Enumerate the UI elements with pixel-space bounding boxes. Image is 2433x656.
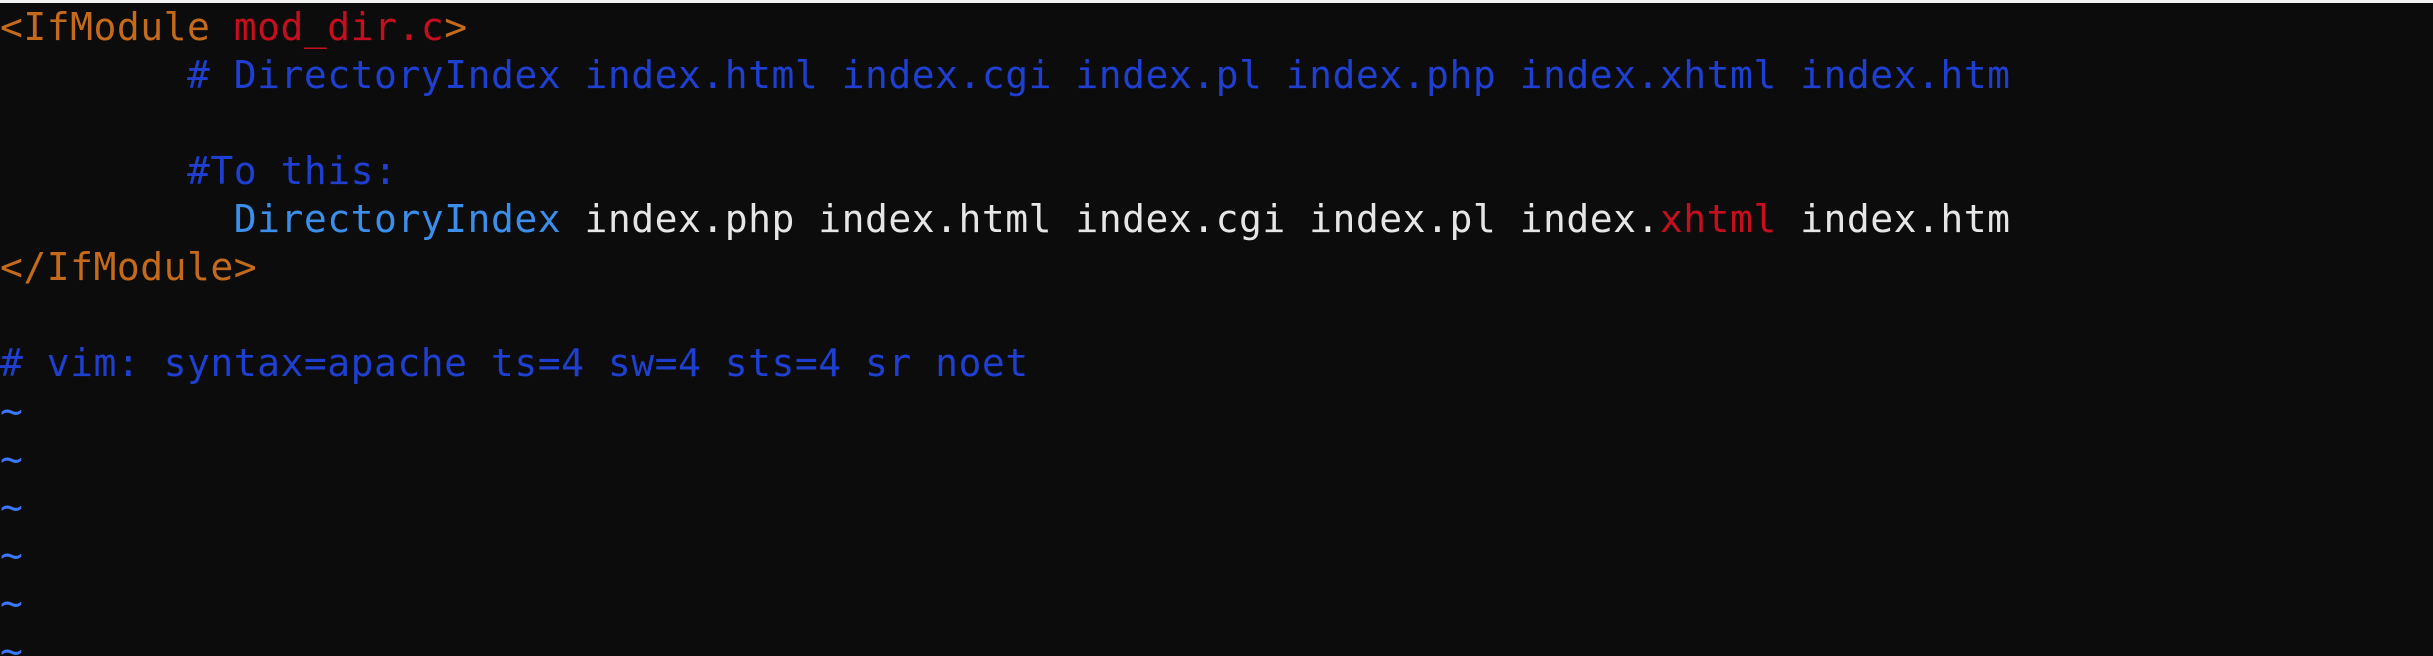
empty-line-marker: ~ [0, 389, 24, 433]
module-name: mod_dir.c [233, 5, 445, 49]
code-line-2: # DirectoryIndex index.html index.cgi in… [0, 51, 2433, 99]
tag-close-bracket: > [444, 5, 468, 49]
highlighted-xhtml: xhtml [1659, 197, 1777, 241]
terminal-window[interactable]: <IfModule mod_dir.c> # DirectoryIndex in… [0, 0, 2433, 656]
directive-directoryindex: DirectoryIndex [233, 197, 562, 241]
directive-args: index.php index.html index.cgi index.pl … [561, 197, 1660, 241]
code-line-5: DirectoryIndex index.php index.html inde… [0, 195, 2433, 243]
vim-modeline-comment: # vim: syntax=apache ts=4 sw=4 sts=4 sr … [0, 341, 1029, 385]
code-line-8: # vim: syntax=apache ts=4 sw=4 sts=4 sr … [0, 339, 2433, 387]
empty-line-marker: ~ [0, 533, 24, 577]
empty-line-marker: ~ [0, 437, 24, 481]
code-line-6: </IfModule> [0, 243, 2433, 291]
code-line-4: #To this: [0, 147, 2433, 195]
directive-args-end: index.htm [1776, 197, 2011, 241]
code-line-1: <IfModule mod_dir.c> [0, 3, 2433, 51]
empty-line-marker: ~ [0, 629, 24, 656]
empty-line-marker: ~ [0, 581, 24, 625]
ifmodule-open-tag: <IfModule [0, 5, 211, 49]
vim-buffer[interactable]: <IfModule mod_dir.c> # DirectoryIndex in… [0, 3, 2433, 656]
comment-original-directoryindex: # DirectoryIndex index.html index.cgi in… [187, 53, 2011, 97]
ifmodule-close-tag: </IfModule> [0, 245, 258, 289]
empty-line-marker: ~ [0, 485, 24, 529]
comment-to-this: #To this: [187, 149, 398, 193]
